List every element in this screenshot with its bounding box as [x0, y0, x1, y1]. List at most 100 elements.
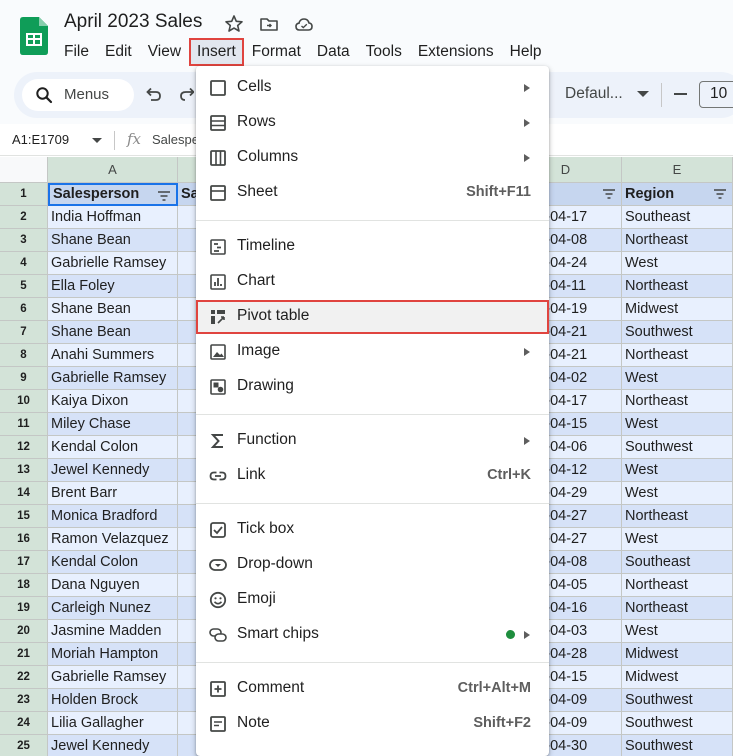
cell-salesperson[interactable]: Moriah Hampton	[48, 643, 178, 666]
row-header[interactable]: 8	[0, 344, 48, 367]
cell-region[interactable]: West	[622, 413, 733, 436]
row-header[interactable]: 16	[0, 528, 48, 551]
cell-region[interactable]: Northeast	[622, 275, 733, 298]
cell-region[interactable]: Northeast	[622, 505, 733, 528]
cell-region[interactable]: Midwest	[622, 666, 733, 689]
menu-file[interactable]: File	[56, 38, 97, 66]
menu-data[interactable]: Data	[309, 38, 358, 66]
font-size-input[interactable]: 10	[699, 81, 733, 108]
column-header-a[interactable]: A	[48, 157, 178, 183]
cell-region[interactable]: West	[622, 459, 733, 482]
cell-region[interactable]: Northeast	[622, 229, 733, 252]
menu-format[interactable]: Format	[244, 38, 309, 66]
cell-region[interactable]: West	[622, 620, 733, 643]
row-header[interactable]: 11	[0, 413, 48, 436]
insert-menu-item-chart[interactable]: Chart	[196, 265, 549, 299]
insert-menu-item-drawing[interactable]: Drawing	[196, 370, 549, 404]
cell-region[interactable]: Midwest	[622, 298, 733, 321]
row-header[interactable]: 14	[0, 482, 48, 505]
menu-extensions[interactable]: Extensions	[410, 38, 502, 66]
menu-edit[interactable]: Edit	[97, 38, 140, 66]
cell-region[interactable]: Southwest	[622, 735, 733, 756]
filter-icon[interactable]	[157, 191, 171, 201]
cell-region[interactable]: Northeast	[622, 390, 733, 413]
cell-region[interactable]: Southwest	[622, 689, 733, 712]
cell-region[interactable]: West	[622, 482, 733, 505]
row-header[interactable]: 2	[0, 206, 48, 229]
insert-menu-item-comment[interactable]: Comment Ctrl+Alt+M	[196, 672, 549, 706]
cell-salesperson[interactable]: Gabrielle Ramsey	[48, 252, 178, 275]
row-header[interactable]: 21	[0, 643, 48, 666]
menu-view[interactable]: View	[140, 38, 189, 66]
cell-salesperson[interactable]: Shane Bean	[48, 298, 178, 321]
cell-salesperson[interactable]: Brent Barr	[48, 482, 178, 505]
search-menus-button[interactable]: Menus	[22, 79, 134, 111]
cell-region[interactable]: West	[622, 367, 733, 390]
cell-salesperson[interactable]: Ella Foley	[48, 275, 178, 298]
row-header[interactable]: 13	[0, 459, 48, 482]
row-header[interactable]: 24	[0, 712, 48, 735]
cell-salesperson[interactable]: Gabrielle Ramsey	[48, 367, 178, 390]
row-header[interactable]: 9	[0, 367, 48, 390]
insert-menu-item-tick-box[interactable]: Tick box	[196, 513, 549, 547]
row-header[interactable]: 23	[0, 689, 48, 712]
cell-region[interactable]: Southwest	[622, 712, 733, 735]
insert-menu-item-note[interactable]: Note Shift+F2	[196, 707, 549, 741]
cell-salesperson[interactable]: Carleigh Nunez	[48, 597, 178, 620]
row-header[interactable]: 6	[0, 298, 48, 321]
cell-region[interactable]: Southwest	[622, 436, 733, 459]
cell-salesperson[interactable]: Holden Brock	[48, 689, 178, 712]
cell-salesperson[interactable]: Anahi Summers	[48, 344, 178, 367]
row-header[interactable]: 15	[0, 505, 48, 528]
insert-menu-item-function[interactable]: Function	[196, 424, 549, 458]
decrease-font-size-icon[interactable]	[674, 93, 687, 95]
menu-tools[interactable]: Tools	[358, 38, 410, 66]
insert-menu-item-drop-down[interactable]: Drop-down	[196, 548, 549, 582]
row-header[interactable]: 3	[0, 229, 48, 252]
row-header[interactable]: 4	[0, 252, 48, 275]
cell-salesperson[interactable]: Lilia Gallagher	[48, 712, 178, 735]
cell-region[interactable]: Midwest	[622, 643, 733, 666]
insert-menu-item-image[interactable]: Image	[196, 335, 549, 369]
cell-region[interactable]: Southeast	[622, 206, 733, 229]
cell-region[interactable]: Northeast	[622, 574, 733, 597]
row-header[interactable]: 7	[0, 321, 48, 344]
cell-salesperson[interactable]: Gabrielle Ramsey	[48, 666, 178, 689]
insert-menu-item-sheet[interactable]: Sheet Shift+F11	[196, 176, 549, 210]
cell-salesperson[interactable]: Ramon Velazquez	[48, 528, 178, 551]
row-header[interactable]: 5	[0, 275, 48, 298]
insert-menu-item-pivot-table[interactable]: Pivot table	[196, 300, 549, 334]
header-cell-region[interactable]: Region	[622, 183, 733, 206]
row-header[interactable]: 18	[0, 574, 48, 597]
column-header-e[interactable]: E	[622, 157, 733, 183]
cell-salesperson[interactable]: Jewel Kennedy	[48, 459, 178, 482]
insert-menu-item-emoji[interactable]: Emoji	[196, 583, 549, 617]
document-title[interactable]: April 2023 Sales	[64, 11, 202, 33]
cell-region[interactable]: West	[622, 528, 733, 551]
cell-region[interactable]: Southwest	[622, 321, 733, 344]
star-icon[interactable]	[224, 14, 244, 34]
cell-salesperson[interactable]: Shane Bean	[48, 321, 178, 344]
row-header[interactable]: 17	[0, 551, 48, 574]
cell-salesperson[interactable]: Kaiya Dixon	[48, 390, 178, 413]
sheets-logo-icon[interactable]	[20, 17, 48, 55]
cell-salesperson[interactable]: Miley Chase	[48, 413, 178, 436]
insert-menu-item-rows[interactable]: Rows	[196, 106, 549, 140]
insert-menu-item-smart-chips[interactable]: Smart chips	[196, 618, 549, 652]
insert-menu-item-timeline[interactable]: Timeline	[196, 230, 549, 264]
row-header[interactable]: 19	[0, 597, 48, 620]
select-all-corner[interactable]	[0, 157, 48, 183]
cell-region[interactable]: Northeast	[622, 597, 733, 620]
undo-icon[interactable]	[143, 84, 163, 104]
cell-salesperson[interactable]: Jasmine Madden	[48, 620, 178, 643]
cell-salesperson[interactable]: Kendal Colon	[48, 436, 178, 459]
cell-region[interactable]: Northeast	[622, 344, 733, 367]
name-box-dropdown-icon[interactable]	[92, 138, 102, 143]
row-header[interactable]: 20	[0, 620, 48, 643]
filter-icon[interactable]	[713, 189, 727, 199]
row-header[interactable]: 22	[0, 666, 48, 689]
menu-insert[interactable]: Insert	[189, 38, 244, 66]
cell-salesperson[interactable]: Dana Nguyen	[48, 574, 178, 597]
cell-region[interactable]: West	[622, 252, 733, 275]
row-header[interactable]: 1	[0, 183, 48, 206]
